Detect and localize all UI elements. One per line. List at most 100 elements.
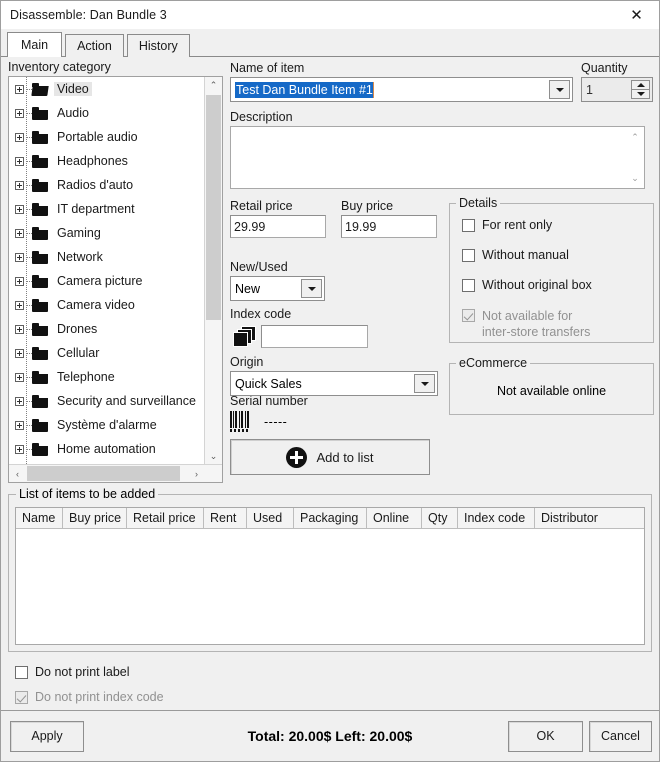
- scroll-down-icon[interactable]: ⌄: [627, 171, 643, 185]
- ok-button[interactable]: OK: [508, 720, 583, 752]
- dialog-window: Disassemble: Dan Bundle 3 ✕ Main Action …: [0, 0, 660, 762]
- column-header-online[interactable]: Online: [367, 508, 422, 529]
- spin-down-icon[interactable]: [632, 90, 649, 98]
- new-used-select[interactable]: New: [230, 276, 325, 301]
- scroll-left-icon[interactable]: ‹: [9, 465, 26, 482]
- checkbox-icon[interactable]: [462, 219, 475, 232]
- index-code-icon[interactable]: [230, 325, 256, 348]
- column-header-index-code[interactable]: Index code: [458, 508, 535, 529]
- expand-icon[interactable]: [15, 228, 24, 238]
- expand-icon[interactable]: [15, 324, 24, 334]
- expand-icon[interactable]: [15, 396, 24, 406]
- checkbox-icon[interactable]: [15, 666, 28, 679]
- scroll-down-icon[interactable]: ⌄: [205, 448, 222, 465]
- column-header-retail-price[interactable]: Retail price: [127, 508, 204, 529]
- quantity-stepper[interactable]: 1: [581, 77, 653, 102]
- expand-icon[interactable]: [15, 300, 24, 310]
- expand-icon[interactable]: [15, 156, 24, 166]
- tree-item[interactable]: Camera picture: [9, 269, 205, 293]
- checkbox-without-manual[interactable]: Without manual: [462, 248, 653, 262]
- add-to-list-button[interactable]: Add to list: [230, 439, 430, 475]
- tree-item[interactable]: IT department: [9, 197, 205, 221]
- buy-price-input[interactable]: 19.99: [341, 215, 437, 238]
- scroll-up-icon[interactable]: ⌃: [205, 77, 222, 94]
- tree-item[interactable]: Portable audio: [9, 125, 205, 149]
- scroll-right-icon[interactable]: ›: [188, 465, 205, 482]
- expand-icon[interactable]: [15, 180, 24, 190]
- checkbox-icon[interactable]: [462, 249, 475, 262]
- checkbox-label-line2: inter-store transfers: [482, 325, 591, 339]
- expand-icon[interactable]: [15, 348, 24, 358]
- description-scrollbar[interactable]: ⌃ ⌄: [627, 128, 643, 187]
- barcode-icon[interactable]: [230, 411, 254, 433]
- checkbox-do-not-print-label[interactable]: Do not print label: [15, 665, 164, 679]
- name-of-item-combo[interactable]: Test Dan Bundle Item #1: [230, 77, 573, 102]
- checkbox-icon[interactable]: [462, 279, 475, 292]
- tab-main[interactable]: Main: [7, 32, 63, 57]
- tree-horizontal-scrollbar[interactable]: ‹ ›: [9, 464, 222, 482]
- folder-icon: [32, 178, 48, 192]
- items-table[interactable]: Name Buy price Retail price Rent Used Pa…: [15, 507, 645, 645]
- column-header-used[interactable]: Used: [247, 508, 294, 529]
- retail-price-input[interactable]: 29.99: [230, 215, 326, 238]
- folder-icon: [32, 394, 48, 408]
- tree-item[interactable]: Drones: [9, 317, 205, 341]
- tree-item[interactable]: Gaming: [9, 221, 205, 245]
- tree-item[interactable]: Network: [9, 245, 205, 269]
- tree-item[interactable]: Video: [9, 77, 205, 101]
- vertical-scroll-thumb[interactable]: [206, 95, 221, 320]
- expand-icon[interactable]: [15, 132, 24, 142]
- cancel-button[interactable]: Cancel: [589, 720, 652, 752]
- column-header-packaging[interactable]: Packaging: [294, 508, 367, 529]
- retail-price-label: Retail price: [230, 199, 293, 213]
- close-icon[interactable]: ✕: [614, 1, 659, 29]
- chevron-down-icon[interactable]: [301, 279, 322, 298]
- tree-item[interactable]: Cellular: [9, 341, 205, 365]
- tree-item-label: Security and surveillance: [57, 394, 196, 408]
- folder-icon: [32, 418, 48, 432]
- folder-icon: [32, 370, 48, 384]
- tree-item[interactable]: Headphones: [9, 149, 205, 173]
- checkbox-without-original-box[interactable]: Without original box: [462, 278, 653, 292]
- inventory-category-tree[interactable]: Video Audio Portable audio Headphones Ra…: [8, 76, 223, 483]
- expand-icon[interactable]: [15, 420, 24, 430]
- expand-icon[interactable]: [15, 108, 24, 118]
- column-header-name[interactable]: Name: [16, 508, 63, 529]
- expand-icon[interactable]: [15, 204, 24, 214]
- tree-item-label: Camera video: [57, 298, 135, 312]
- tree-item[interactable]: Home automation: [9, 437, 205, 461]
- tree-item[interactable]: Audio: [9, 101, 205, 125]
- checkbox-for-rent-only[interactable]: For rent only: [462, 218, 653, 232]
- tree-item-label: Cellular: [57, 346, 100, 360]
- tab-history[interactable]: History: [126, 34, 190, 57]
- folder-icon: [32, 154, 48, 168]
- ecommerce-group: eCommerce Not available online: [449, 356, 654, 415]
- expand-icon[interactable]: [15, 372, 24, 382]
- expand-icon[interactable]: [15, 252, 24, 262]
- folder-icon: [32, 106, 48, 120]
- description-textarea[interactable]: ⌃ ⌄: [230, 126, 645, 189]
- column-header-qty[interactable]: Qty: [422, 508, 458, 529]
- expand-icon[interactable]: [15, 84, 24, 94]
- quantity-spin-buttons[interactable]: [631, 80, 650, 99]
- column-header-buy-price[interactable]: Buy price: [63, 508, 127, 529]
- tab-action[interactable]: Action: [65, 34, 124, 57]
- origin-select[interactable]: Quick Sales: [230, 371, 438, 396]
- tree-vertical-scrollbar[interactable]: ⌃ ⌄: [204, 77, 222, 465]
- chevron-down-icon[interactable]: [549, 80, 570, 99]
- horizontal-scroll-thumb[interactable]: [27, 466, 180, 481]
- column-header-rent[interactable]: Rent: [204, 508, 247, 529]
- tree-item[interactable]: Security and surveillance: [9, 389, 205, 413]
- index-code-input[interactable]: [261, 325, 368, 348]
- spin-up-icon[interactable]: [632, 81, 649, 89]
- chevron-down-icon[interactable]: [414, 374, 435, 393]
- add-to-list-label: Add to list: [316, 449, 374, 465]
- scroll-up-icon[interactable]: ⌃: [627, 130, 643, 144]
- tree-item[interactable]: Telephone: [9, 365, 205, 389]
- tree-item[interactable]: Radios d'auto: [9, 173, 205, 197]
- column-header-distributor[interactable]: Distributor: [535, 508, 644, 529]
- tree-item[interactable]: Système d'alarme: [9, 413, 205, 437]
- expand-icon[interactable]: [15, 444, 24, 454]
- tree-item[interactable]: Camera video: [9, 293, 205, 317]
- expand-icon[interactable]: [15, 276, 24, 286]
